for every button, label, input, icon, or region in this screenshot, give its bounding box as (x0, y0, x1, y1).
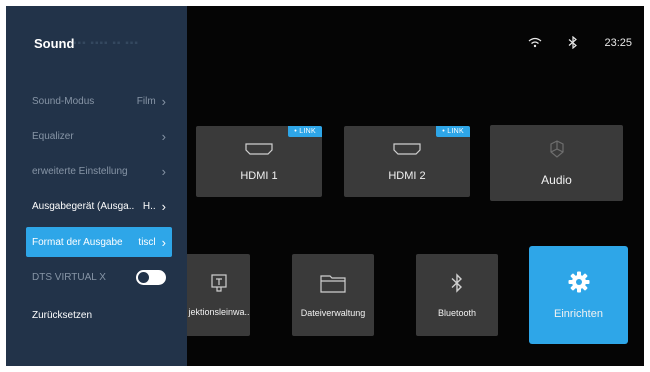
bluetooth-icon (450, 272, 464, 298)
sidebar-item-output-format[interactable]: Format der Ausgabe tiscl › (26, 227, 172, 257)
sidebar-item-label: Sound-Modus (32, 95, 95, 107)
sidebar-item-dts-virtual-x[interactable]: DTS VIRTUAL X (26, 262, 172, 292)
audio-icon (548, 139, 566, 163)
gear-icon (568, 271, 590, 298)
sidebar-item-label: Format der Ausgabe (32, 236, 123, 248)
sidebar-item-label: DTS VIRTUAL X (32, 271, 106, 283)
sidebar-item-reset[interactable]: Zurücksetzen (26, 300, 172, 330)
wifi-icon (528, 37, 542, 48)
bluetooth-tile[interactable]: Bluetooth (416, 254, 498, 336)
sidebar-item-advanced[interactable]: erweiterte Einstellung › (26, 156, 172, 186)
chevron-right-icon: › (161, 198, 166, 214)
folder-icon (320, 273, 346, 298)
sidebar-item-value: Film (136, 95, 156, 107)
audio-tile[interactable]: Audio (490, 125, 623, 201)
sidebar-item-label: Ausgabegerät (Ausga.. (32, 200, 135, 212)
chevron-right-icon: › (161, 128, 166, 144)
link-badge: • LINK (288, 126, 322, 137)
tile-label: Einrichten (554, 307, 603, 320)
sidebar-item-label: Zurücksetzen (32, 309, 93, 321)
sidebar-item-sound-mode[interactable]: Sound-Modus Film › (26, 86, 172, 116)
sidebar-item-equalizer[interactable]: Equalizer › (26, 121, 172, 151)
tile-label: Audio (541, 172, 572, 187)
tile-label: jektionsleinwa.. (188, 306, 250, 317)
tile-label: Bluetooth (437, 307, 477, 318)
hdmi2-tile[interactable]: • LINK HDMI 2 (344, 126, 470, 197)
chevron-right-icon: › (161, 234, 166, 250)
tile-label: HDMI 2 (388, 169, 426, 182)
bluetooth-icon (568, 36, 578, 49)
sidebar-title: Sound (34, 36, 75, 51)
clock: 23:25 (604, 36, 632, 49)
status-bar: 23:25 (528, 36, 632, 49)
chevron-right-icon: › (161, 163, 166, 179)
sound-sidebar: Sound ▪▪▪ ▪▪▪▪ ▪▪ ▪▪▪ Sound-Modus Film › … (6, 6, 187, 366)
files-tile[interactable]: Dateiverwaltung (292, 254, 374, 336)
sidebar-item-value: tiscl (138, 236, 156, 248)
hdmi-icon (392, 142, 422, 160)
sidebar-title-ghost: ▪▪▪ ▪▪▪▪ ▪▪ ▪▪▪ (73, 38, 139, 49)
sidebar-item-value: H.. (142, 200, 156, 212)
sidebar-item-output-device[interactable]: Ausgabegerät (Ausga.. H.. › (26, 191, 172, 221)
tile-label: HDMI 1 (240, 169, 278, 182)
tile-label: Dateiverwaltung (300, 307, 366, 318)
hdmi1-tile[interactable]: • LINK HDMI 1 (196, 126, 322, 197)
chevron-right-icon: › (161, 93, 166, 109)
link-badge: • LINK (436, 126, 470, 137)
dts-toggle[interactable] (136, 269, 166, 285)
sidebar-item-label: Equalizer (32, 130, 74, 142)
hdmi-icon (244, 142, 274, 160)
projection-icon (211, 273, 227, 297)
sidebar-item-label: erweiterte Einstellung (32, 165, 128, 177)
setup-tile[interactable]: Einrichten (529, 246, 628, 344)
